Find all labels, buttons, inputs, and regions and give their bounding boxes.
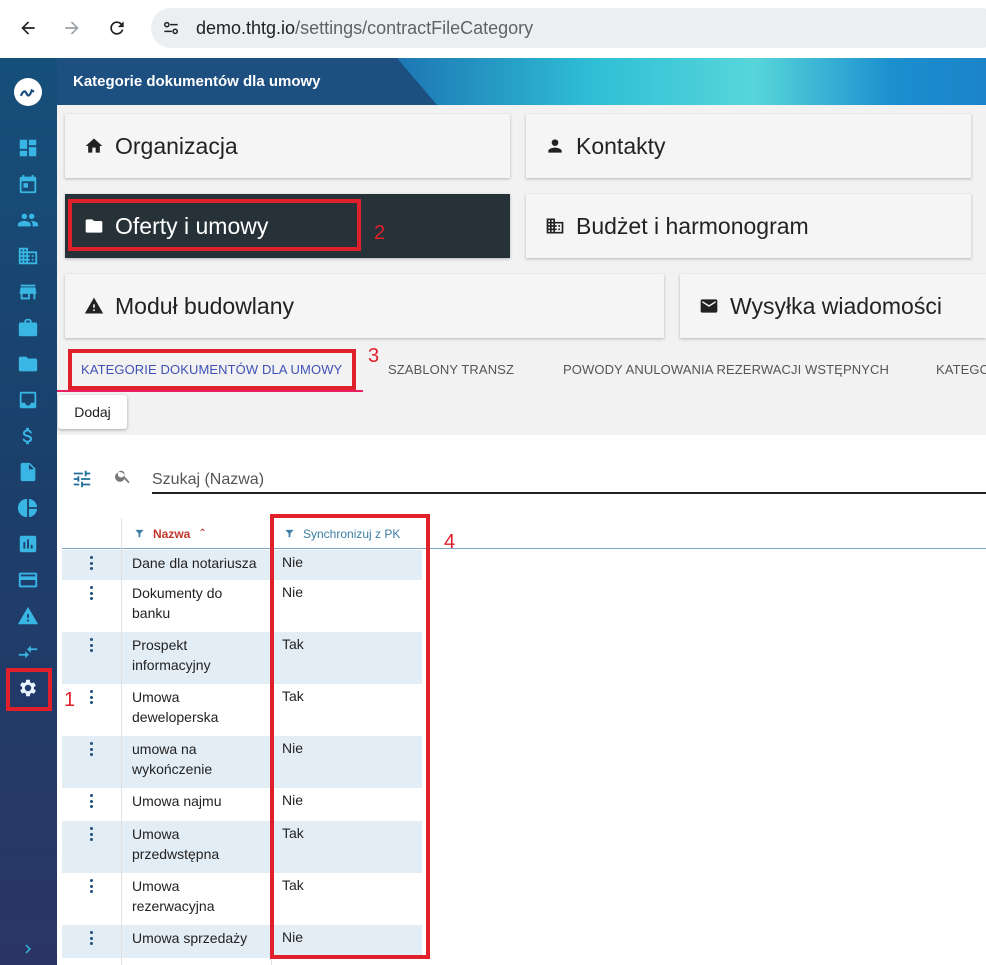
table-row[interactable]: Dokumenty do banku Nie xyxy=(62,580,986,632)
tile-budzet-i-harmonogram[interactable]: Budżet i harmonogram xyxy=(526,194,971,258)
search-icon xyxy=(115,470,130,484)
home-icon xyxy=(83,135,105,157)
page-header: Kategorie dokumentów dla umowy xyxy=(57,58,986,105)
search-input[interactable] xyxy=(152,465,986,494)
tile-modul-budowlany[interactable]: Moduł budowlany xyxy=(65,274,664,338)
back-arrow-icon xyxy=(21,21,35,35)
expand-chevron-icon[interactable] xyxy=(19,940,37,958)
url-path: /settings/contractFileCategory xyxy=(295,18,534,38)
filter-sliders-icon[interactable] xyxy=(71,468,93,490)
row-menu-icon[interactable] xyxy=(88,742,94,756)
document-icon[interactable] xyxy=(17,461,39,483)
tile-label: Wysyłka wiadomości xyxy=(730,292,942,319)
briefcase-icon[interactable] xyxy=(17,317,39,339)
inbox-icon[interactable] xyxy=(17,389,39,411)
annotation-number: 2 xyxy=(374,222,386,244)
table-row[interactable]: umowa na wykończenie Nie xyxy=(62,736,986,788)
forward-arrow-icon xyxy=(65,21,79,35)
compare-arrows-icon[interactable] xyxy=(17,641,39,663)
active-tab-indicator xyxy=(57,390,363,392)
credit-card-icon[interactable] xyxy=(17,569,39,591)
cell-name: Umowa rezerwacyjna xyxy=(132,878,215,914)
warning-icon[interactable] xyxy=(17,605,39,627)
bar-chart-icon[interactable] xyxy=(17,533,39,555)
url-host: demo.thtg.io xyxy=(196,18,296,38)
cell-name: Prospekt informacyjny xyxy=(132,637,211,673)
tab-szablony-transz[interactable]: SZABLONY TRANSZ xyxy=(388,362,514,377)
annotation-number: 1 xyxy=(64,689,76,711)
calendar-icon[interactable] xyxy=(17,173,39,195)
table-header: Nazwa ⌃ Synchronizuj z PK xyxy=(62,518,986,549)
table-row[interactable]: Umowa sprzedaży Nie xyxy=(62,925,986,958)
pie-chart-icon[interactable] xyxy=(17,497,39,519)
tile-organizacja[interactable]: Organizacja xyxy=(65,114,510,178)
filter-funnel-icon[interactable] xyxy=(134,528,145,539)
browser-toolbar: demo.thtg.io/settings/contractFileCatego… xyxy=(0,0,986,58)
table-row[interactable]: Umowa rezerwacyjna Tak xyxy=(62,873,986,925)
cell-name: Umowa sprzedaży xyxy=(132,930,248,946)
building-icon xyxy=(544,215,566,237)
annotation-box-tab xyxy=(68,349,356,390)
table-row[interactable]: Umowa deweloperska Tak xyxy=(62,684,986,736)
tile-label: Budżet i harmonogram xyxy=(576,212,809,239)
tile-label: Organizacja xyxy=(115,132,238,159)
annotation-box-oferty xyxy=(68,199,361,251)
url-text: demo.thtg.io/settings/contractFileCatego… xyxy=(196,18,533,39)
site-settings-icon[interactable] xyxy=(161,18,181,38)
people-icon[interactable] xyxy=(17,209,39,231)
annotation-number: 3 xyxy=(368,345,380,367)
tile-kontakty[interactable]: Kontakty xyxy=(526,114,971,178)
mail-icon xyxy=(698,295,720,317)
row-menu-icon[interactable] xyxy=(88,879,94,893)
address-bar[interactable]: demo.thtg.io/settings/contractFileCatego… xyxy=(151,8,986,48)
row-menu-icon[interactable] xyxy=(88,827,94,841)
reload-button[interactable] xyxy=(103,14,131,42)
tile-label: Moduł budowlany xyxy=(115,292,295,319)
tile-wysylka-wiadomosci[interactable]: Wysyłka wiadomości xyxy=(680,274,986,338)
annotation-box-sync-column xyxy=(270,514,430,959)
column-label: Nazwa xyxy=(153,526,191,541)
row-menu-icon[interactable] xyxy=(88,586,94,600)
app-logo-icon[interactable] xyxy=(14,78,42,106)
warning-icon xyxy=(83,295,105,317)
row-menu-icon[interactable] xyxy=(88,556,94,570)
cell-name: Umowa deweloperska xyxy=(132,689,219,725)
table-row[interactable]: Umowa przedwstępna Tak xyxy=(62,821,986,873)
building-icon[interactable] xyxy=(17,245,39,267)
reload-icon xyxy=(110,21,124,35)
table-row[interactable]: Dane dla notariusza Nie xyxy=(62,550,986,580)
back-button[interactable] xyxy=(14,14,42,42)
forward-button[interactable] xyxy=(58,14,86,42)
search-bar xyxy=(57,435,986,518)
row-menu-icon[interactable] xyxy=(88,931,94,945)
page-title: Kategorie dokumentów dla umowy xyxy=(73,73,321,90)
store-icon[interactable] xyxy=(17,281,39,303)
sort-ascending-icon[interactable]: ⌃ xyxy=(198,528,206,539)
table-row[interactable]: Prospekt informacyjny Tak xyxy=(62,632,986,684)
cell-name: umowa na wykończenie xyxy=(132,741,213,777)
column-divider xyxy=(121,518,122,965)
row-menu-icon[interactable] xyxy=(88,638,94,652)
annotation-box-settings xyxy=(6,668,52,711)
column-header-nazwa[interactable]: Nazwa ⌃ xyxy=(134,518,207,549)
cell-name: Dokumenty do banku xyxy=(132,585,223,621)
sidebar xyxy=(0,58,57,965)
person-icon xyxy=(544,135,566,157)
row-menu-icon[interactable] xyxy=(88,690,94,704)
dollar-icon[interactable] xyxy=(17,425,39,447)
tile-label: Kontakty xyxy=(576,132,666,159)
row-menu-icon[interactable] xyxy=(88,794,94,808)
dashboard-icon[interactable] xyxy=(17,137,39,159)
annotation-number: 4 xyxy=(444,531,456,553)
tab-powody-anulowania[interactable]: POWODY ANULOWANIA REZERWACJI WSTĘPNYCH xyxy=(563,362,889,377)
add-button[interactable]: Dodaj xyxy=(58,395,127,429)
cell-name: Dane dla notariusza xyxy=(132,555,257,571)
cell-name: Umowa przedwstępna xyxy=(132,826,220,862)
table-row[interactable]: Umowa najmu Nie xyxy=(62,788,986,821)
cell-name: Umowa najmu xyxy=(132,793,222,809)
categories-table: Nazwa ⌃ Synchronizuj z PK Dane dla notar… xyxy=(62,518,986,965)
tab-kategorie-truncated[interactable]: KATEGO xyxy=(936,362,986,377)
folder-icon[interactable] xyxy=(17,353,39,375)
